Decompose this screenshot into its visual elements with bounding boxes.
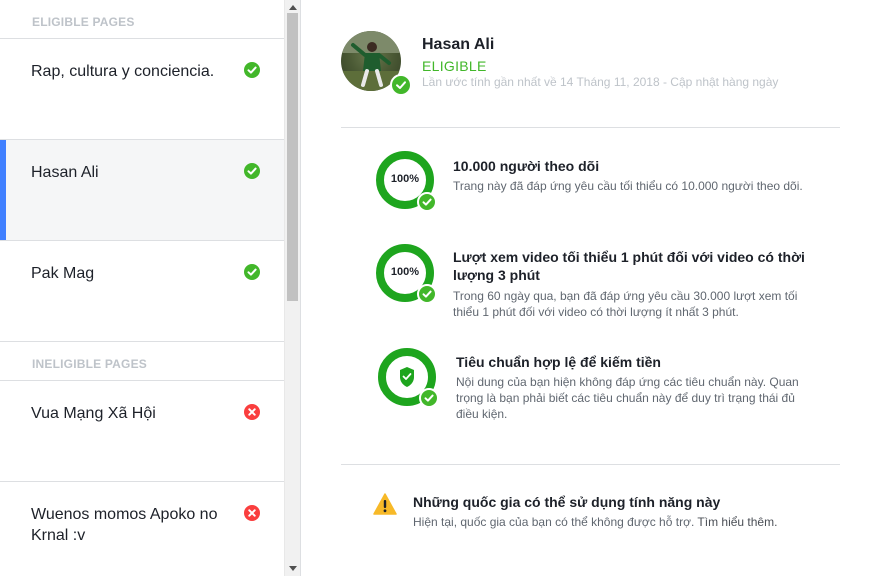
checkmark-icon [244,264,260,280]
page-item-wuenos-momos[interactable]: Wuenos momos Apoko no Krnal :v [0,482,284,576]
verified-check-icon [390,74,412,96]
page-list-sidebar: ELIGIBLE PAGES Rap, cultura y conciencia… [0,0,284,576]
section-divider [341,464,840,465]
learn-more-link[interactable]: Tìm hiểu thêm. [697,515,777,529]
requirement-title: Tiêu chuẩn hợp lệ để kiếm tiền [456,354,661,370]
page-detail-panel: Hasan Ali ELIGIBLE Lần ước tính gần nhất… [301,0,892,576]
page-item-name: Vua Mạng Xã Hội [31,405,156,422]
page-item-vua-mang-xa-hoi[interactable]: Vua Mạng Xã Hội [0,381,284,482]
page-item-rap-cultura[interactable]: Rap, cultura y conciencia. [0,39,284,140]
sidebar-scrollbar[interactable] [284,0,300,576]
checkmark-icon [417,284,437,304]
ineligible-pages-header: INELIGIBLE PAGES [0,342,284,381]
page-item-name: Pak Mag [31,265,95,282]
error-x-icon [244,404,260,420]
page-item-hasan-ali[interactable]: Hasan Ali [0,140,284,241]
status-badge: ELIGIBLE [422,58,487,74]
requirement-description: Trang này đã đáp ứng yêu cầu tối thiểu c… [453,179,803,193]
warning-icon [373,493,397,515]
notice-text: Hiện tại, quốc gia của bạn có thể không … [413,515,695,529]
eligible-pages-header: ELIGIBLE PAGES [0,0,284,39]
page-item-name: Hasan Ali [31,164,99,181]
checkmark-icon [244,163,260,179]
page-item-name: Wuenos momos Apoko no Krnal :v [31,506,218,544]
checkmark-icon [244,62,260,78]
checkmark-icon [417,192,437,212]
country-availability-title: Những quốc gia có thể sử dụng tính năng … [413,494,721,510]
page-item-name: Rap, cultura y conciencia. [31,63,215,80]
progress-percent: 100% [390,266,420,278]
page-item-pak-mag[interactable]: Pak Mag [0,241,284,342]
ineligible-pages-header-label: INELIGIBLE PAGES [32,357,147,371]
error-x-icon [244,505,260,521]
scroll-up-arrow-icon[interactable] [289,5,297,10]
country-availability-description: Hiện tại, quốc gia của bạn có thể không … [413,515,833,529]
section-divider [341,127,840,128]
page-title: Hasan Ali [422,36,495,53]
last-estimate-text: Lần ước tính gần nhất về 14 Tháng 11, 20… [422,75,779,89]
scrollbar-thumb[interactable] [287,13,298,301]
eligible-pages-header-label: ELIGIBLE PAGES [32,15,135,29]
checkmark-icon [419,388,439,408]
requirement-title: Lượt xem video tối thiểu 1 phút đối với … [453,249,805,283]
progress-percent: 100% [390,173,420,185]
requirement-description: Trong 60 ngày qua, bạn đã đáp ứng yêu cầ… [453,289,798,319]
scroll-down-arrow-icon[interactable] [289,566,297,571]
requirement-title: 10.000 người theo dõi [453,158,600,174]
requirement-description: Nội dung của bạn hiện không đáp ứng các … [456,375,799,421]
